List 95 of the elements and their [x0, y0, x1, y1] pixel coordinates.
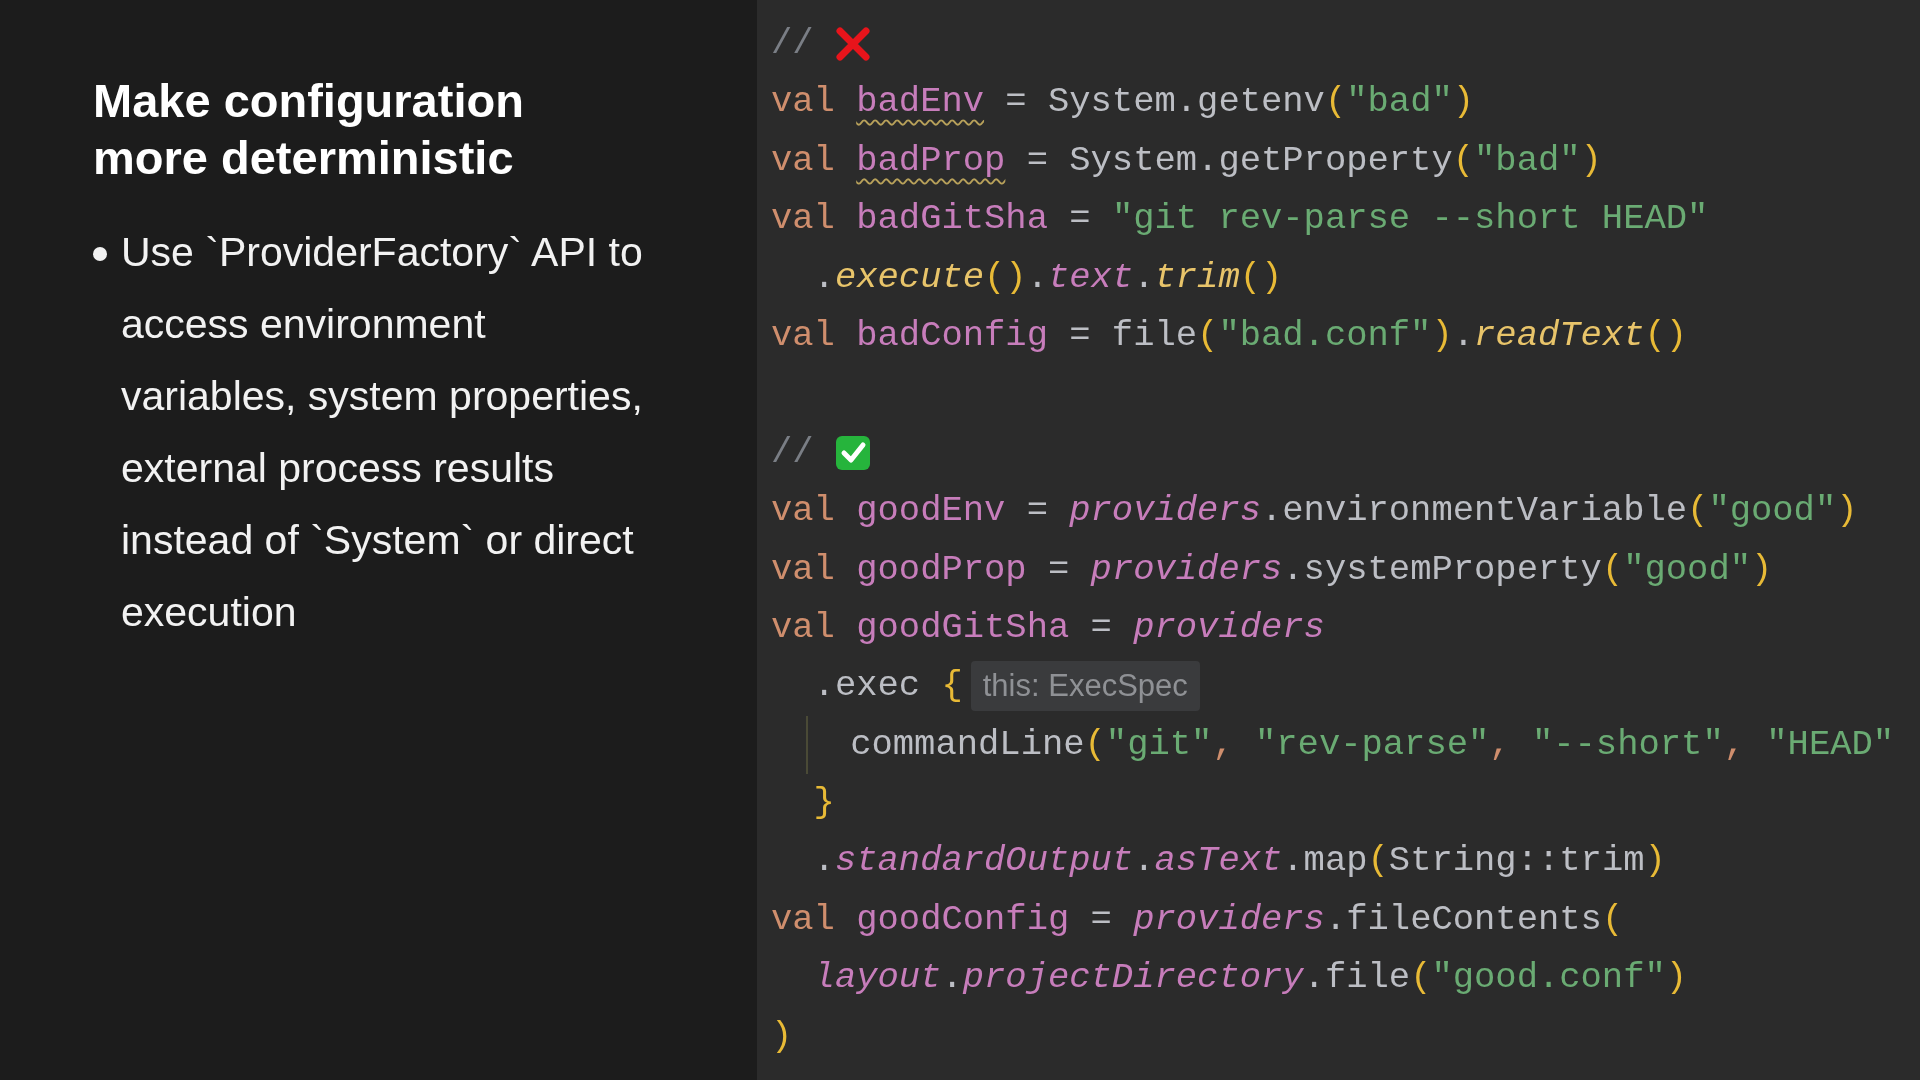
- code-text: = System.getenv: [1004, 80, 1325, 125]
- code-bracket: ): [1665, 956, 1688, 1001]
- code-bracket: }: [813, 781, 835, 826]
- code-string: "bad.conf": [1218, 313, 1432, 358]
- code-bracket: (): [1239, 255, 1283, 300]
- code-keyword: val: [771, 313, 836, 358]
- code-text: .: [1026, 255, 1048, 300]
- code-bracket: (: [1601, 547, 1624, 592]
- code-text: .: [1133, 255, 1155, 300]
- cross-icon: [834, 26, 871, 63]
- code-property: asText: [1154, 839, 1283, 884]
- code-bracket: (): [984, 255, 1027, 300]
- code-variable: badConfig: [856, 313, 1048, 358]
- code-text: =: [1089, 897, 1113, 942]
- bullet-icon: [93, 247, 107, 261]
- code-variable: goodEnv: [856, 489, 1006, 534]
- code-bracket: ): [1751, 547, 1773, 592]
- code-text: .exec: [812, 664, 922, 709]
- code-string: "--short": [1531, 722, 1724, 767]
- code-property: text: [1047, 255, 1134, 300]
- code-comment: //: [771, 22, 815, 66]
- code-punctuation: ,: [1212, 722, 1235, 767]
- code-text: .: [1133, 839, 1155, 884]
- code-text: .: [1452, 313, 1475, 358]
- code-property: providers: [1133, 605, 1325, 650]
- code-variable: badProp: [856, 138, 1006, 183]
- code-bracket: ): [1644, 839, 1666, 884]
- code-string: "HEAD": [1766, 722, 1895, 767]
- code-text: .: [941, 956, 963, 1001]
- code-text: String::trim: [1388, 839, 1645, 884]
- code-property: providers: [1133, 897, 1325, 942]
- code-text: =: [1025, 489, 1049, 534]
- code-text: =: [1068, 197, 1092, 242]
- code-keyword: val: [771, 80, 836, 125]
- code-text: =: [1046, 547, 1071, 592]
- code-bracket: (: [1452, 138, 1475, 183]
- code-bracket: (: [1601, 897, 1624, 942]
- code-text: =: [1089, 605, 1113, 650]
- code-variable: badGitSha: [856, 197, 1048, 242]
- code-function: trim: [1154, 255, 1240, 300]
- code-keyword: val: [771, 197, 836, 242]
- code-text: .: [812, 839, 835, 884]
- code-text: .map: [1282, 839, 1368, 884]
- code-property: projectDirectory: [962, 956, 1304, 1001]
- code-text: commandLine: [849, 722, 1085, 767]
- code-keyword: val: [771, 897, 836, 942]
- code-text: = System.getProperty: [1025, 138, 1453, 183]
- code-function: readText: [1474, 313, 1645, 358]
- code-string: "rev-parse": [1255, 722, 1490, 767]
- code-text: .file: [1303, 956, 1411, 1001]
- code-bracket: (: [1197, 313, 1219, 358]
- code-string: "good": [1623, 547, 1751, 592]
- code-keyword: val: [771, 489, 836, 534]
- code-variable: badEnv: [856, 80, 985, 125]
- code-bracket: ): [1452, 80, 1475, 125]
- code-variable: goodGitSha: [856, 605, 1070, 650]
- bullet-text: Use `ProviderFactory` API to access environment variables, system properties, external process results instead of `System` or direct execution: [121, 228, 644, 637]
- code-property: providers: [1069, 489, 1261, 534]
- code-text: .: [812, 255, 835, 300]
- code-bracket: (: [1687, 489, 1709, 534]
- code-string: "bad": [1474, 138, 1581, 183]
- code-bracket: (): [1644, 313, 1688, 358]
- code-text: = file: [1068, 313, 1198, 358]
- code-property: providers: [1090, 547, 1283, 592]
- code-bracket: (: [1324, 80, 1347, 125]
- code-bracket: ): [1836, 489, 1858, 534]
- code-function: execute: [834, 255, 985, 300]
- code-bracket: (: [1084, 722, 1106, 767]
- code-variable: goodProp: [856, 547, 1027, 592]
- code-text: .environmentVariable: [1261, 489, 1688, 534]
- code-property: layout: [813, 956, 942, 1001]
- code-punctuation: ,: [1723, 722, 1746, 767]
- check-icon: [834, 434, 871, 471]
- slide-title: Make configuration more deterministic: [93, 73, 525, 186]
- code-text: .fileContents: [1324, 897, 1602, 942]
- code-bracket: {: [941, 664, 963, 709]
- code-string: "good.conf": [1431, 956, 1666, 1001]
- code-keyword: val: [771, 547, 836, 592]
- code-property: standardOutput: [834, 839, 1134, 884]
- code-punctuation: ,: [1489, 722, 1512, 767]
- code-bracket: ): [1431, 313, 1453, 358]
- code-variable: goodConfig: [856, 897, 1070, 942]
- code-comment: //: [771, 430, 815, 475]
- code-bracket: ): [771, 1014, 793, 1059]
- code-bracket: (: [1410, 956, 1432, 1001]
- inlay-hint: this: ExecSpec: [970, 661, 1200, 712]
- code-text: .systemProperty: [1282, 547, 1602, 592]
- code-bracket: ): [1580, 138, 1602, 183]
- code-keyword: val: [771, 605, 836, 650]
- code-string: "bad": [1346, 80, 1453, 125]
- code-string: "good": [1708, 489, 1837, 534]
- code-string: "git": [1105, 722, 1213, 767]
- code-bracket: (: [1367, 839, 1389, 884]
- code-string: "git rev-parse --short HEAD": [1111, 197, 1709, 242]
- code-keyword: val: [771, 138, 836, 183]
